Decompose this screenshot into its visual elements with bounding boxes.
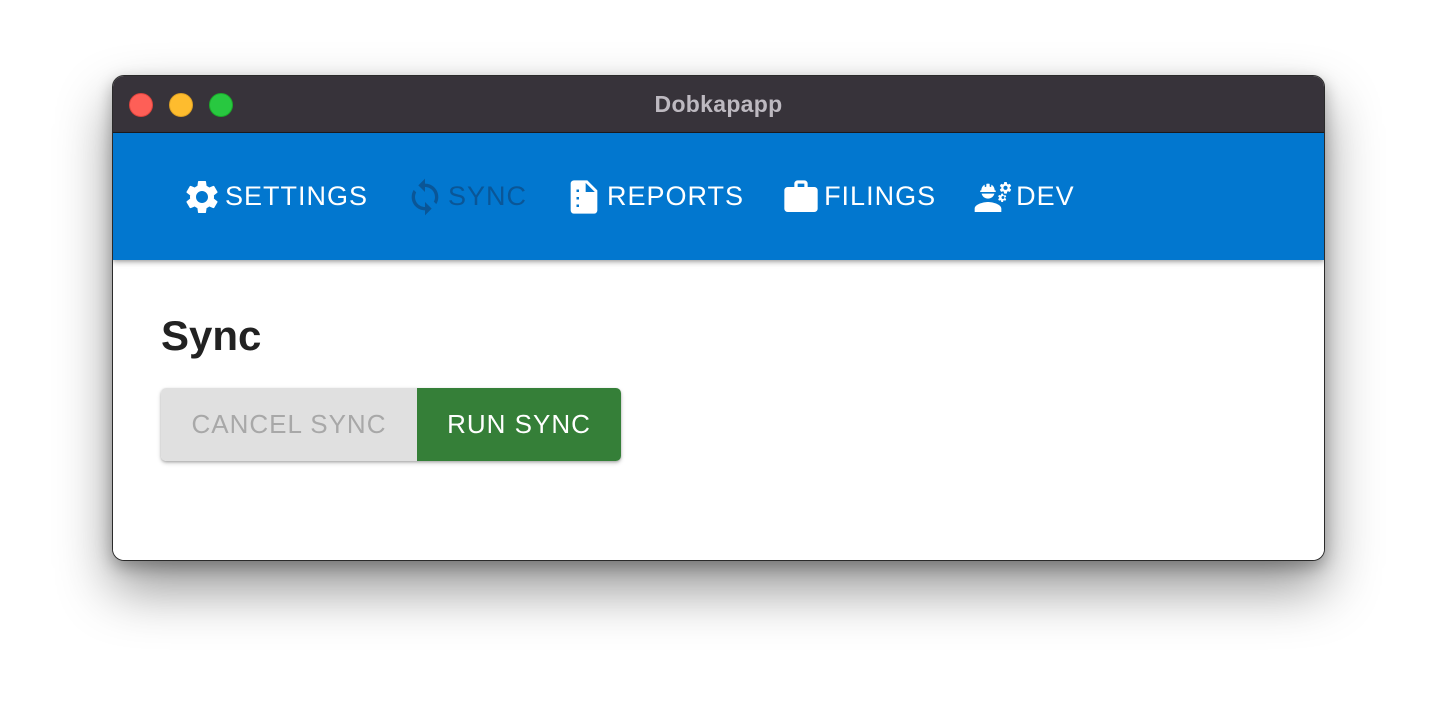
report-file-icon xyxy=(563,176,605,218)
tab-sync-label: SYNC xyxy=(448,181,528,211)
tab-filings[interactable]: FILINGS xyxy=(780,173,954,221)
app-window: Dobkapapp SETTINGS SYNC REPORTS FILINGS … xyxy=(112,75,1325,561)
gear-icon xyxy=(181,176,223,218)
nav-tabs: SETTINGS SYNC REPORTS FILINGS DEV xyxy=(181,133,1093,260)
tab-dev[interactable]: DEV xyxy=(972,173,1093,221)
cancel-sync-button[interactable]: CANCEL SYNC xyxy=(161,388,417,461)
tab-filings-label: FILINGS xyxy=(824,181,937,211)
tab-dev-label: DEV xyxy=(1016,181,1075,211)
main-content: Sync CANCEL SYNC RUN SYNC xyxy=(113,260,1324,560)
title-bar: Dobkapapp xyxy=(113,76,1324,133)
tab-sync[interactable]: SYNC xyxy=(404,173,545,221)
tab-reports-label: REPORTS xyxy=(607,181,745,211)
tab-settings[interactable]: SETTINGS xyxy=(181,173,386,221)
briefcase-icon xyxy=(780,176,822,218)
tab-settings-label: SETTINGS xyxy=(225,181,369,211)
sync-icon xyxy=(404,176,446,218)
sync-button-group: CANCEL SYNC RUN SYNC xyxy=(161,388,621,461)
window-title: Dobkapapp xyxy=(654,91,783,117)
tab-reports[interactable]: REPORTS xyxy=(563,173,762,221)
page-title: Sync xyxy=(161,312,262,359)
run-sync-button[interactable]: RUN SYNC xyxy=(417,388,621,461)
developer-icon xyxy=(972,176,1014,218)
app-navigation-bar: SETTINGS SYNC REPORTS FILINGS DEV xyxy=(113,133,1324,260)
